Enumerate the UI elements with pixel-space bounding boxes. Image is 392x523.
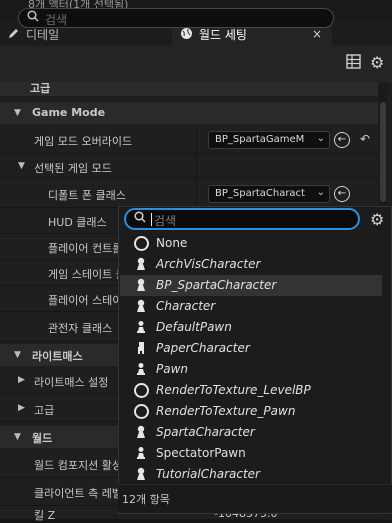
- combo-value: BP_SpartaCharact: [215, 188, 305, 199]
- search-icon: [27, 10, 39, 25]
- character-icon: [134, 299, 148, 313]
- pawn-icon: [134, 446, 148, 460]
- property-label: 플레이어 스테이: [48, 294, 123, 307]
- popup-footer: 12개 항목: [118, 484, 392, 512]
- column-divider[interactable]: [196, 126, 197, 153]
- property-label: 플레이어 컨트롤: [48, 242, 123, 255]
- character-icon: [134, 257, 148, 271]
- game-mode-override-row: 게임 모드 오버라이드 BP_SpartaGameM ⌄ ← ↶: [0, 126, 378, 154]
- pawn-icon: [134, 320, 148, 334]
- chevron-down-icon: ▼: [18, 161, 25, 171]
- property-label: 라이트매스 설정: [34, 376, 109, 389]
- class-list-item[interactable]: PaperCharacter: [120, 338, 382, 359]
- chevron-down-icon: ⌄: [316, 187, 325, 198]
- property-label: 선택된 게임 모드: [34, 162, 112, 175]
- search-row: [0, 46, 392, 82]
- chevron-down-icon: ▼: [14, 350, 21, 360]
- default-pawn-row: 디폴트 폰 클래스 BP_SpartaCharact ⌄ ←: [0, 180, 378, 208]
- selected-game-mode-row[interactable]: ▼ 선택된 게임 모드: [0, 156, 378, 178]
- category-game-mode[interactable]: ▼ Game Mode: [0, 102, 378, 124]
- class-list-item-label: DefaultPawn: [156, 320, 232, 334]
- property-label: 관전자 클래스: [48, 322, 113, 335]
- character-icon: [134, 467, 148, 481]
- class-list-item[interactable]: RenderToTexture_LevelBP: [120, 380, 382, 401]
- default-pawn-combo[interactable]: BP_SpartaCharact ⌄: [208, 185, 330, 203]
- circle-outline-icon: [134, 383, 149, 398]
- class-list-item[interactable]: TutorialCharacter: [120, 464, 382, 485]
- popup-search-input[interactable]: 검색: [124, 208, 360, 230]
- class-list-item-label: TutorialCharacter: [156, 467, 260, 481]
- search-input[interactable]: 검색: [18, 8, 334, 28]
- gear-icon[interactable]: ⚙: [370, 210, 384, 229]
- category-label: 고급: [30, 82, 51, 95]
- category-label: Game Mode: [32, 106, 106, 119]
- table-view-icon[interactable]: [346, 54, 361, 73]
- class-list-item[interactable]: None: [120, 233, 382, 254]
- class-list-item-label: Pawn: [156, 362, 189, 376]
- chevron-down-icon: ▼: [14, 432, 21, 442]
- category-label: 월드: [32, 432, 53, 445]
- class-list-item[interactable]: SpectatorPawn: [120, 443, 382, 464]
- class-list-item-label: SpectatorPawn: [156, 446, 246, 460]
- property-label: 게임 모드 오버라이드: [34, 135, 133, 148]
- popup-search-placeholder: 검색: [154, 214, 177, 228]
- gear-icon[interactable]: ⚙: [370, 53, 384, 72]
- tab-world-settings-label: 월드 세팅: [199, 28, 247, 42]
- category-label: 라이트매스: [32, 350, 83, 363]
- category-advanced-partial[interactable]: 고급: [0, 82, 378, 96]
- search-icon: [134, 211, 146, 226]
- scrollbar-thumb[interactable]: [380, 102, 386, 202]
- chevron-right-icon: ▶: [18, 403, 25, 413]
- class-list-item-label: RenderToTexture_Pawn: [156, 404, 296, 418]
- property-label: HUD 클래스: [48, 216, 107, 229]
- pencil-icon: [8, 27, 20, 42]
- property-label: 디폴트 폰 클래스: [48, 189, 126, 202]
- reset-to-default-icon[interactable]: ↶: [360, 132, 370, 146]
- character-icon: [134, 278, 148, 292]
- class-list-item[interactable]: RenderToTexture_Pawn: [120, 401, 382, 422]
- pawn-icon: [134, 362, 148, 376]
- class-list-item[interactable]: SpartaCharacter: [120, 422, 382, 443]
- use-selected-icon[interactable]: ←: [334, 132, 350, 148]
- class-list-item[interactable]: Pawn: [120, 359, 382, 380]
- class-list-item-label: SpartaCharacter: [156, 425, 255, 439]
- column-divider[interactable]: [196, 156, 197, 177]
- circle-outline-icon: [134, 404, 149, 419]
- text-cursor: [151, 213, 152, 226]
- paper-character-icon: [134, 341, 148, 355]
- property-label: 게임 스테이트 클: [48, 268, 126, 281]
- circle-outline-icon: [134, 236, 149, 251]
- property-label: 킬 Z: [34, 509, 56, 522]
- use-selected-icon[interactable]: ←: [334, 186, 350, 202]
- property-label: 클라이언트 측 레벨: [34, 487, 122, 500]
- class-list-item-label: PaperCharacter: [156, 341, 250, 355]
- class-list-item-label: RenderToTexture_LevelBP: [156, 383, 311, 397]
- globe-icon: [180, 27, 193, 43]
- close-icon[interactable]: ×: [312, 27, 322, 41]
- character-icon: [134, 425, 148, 439]
- class-list-item-label: BP_SpartaCharacter: [156, 278, 277, 292]
- chevron-right-icon: ▶: [18, 375, 25, 385]
- combo-value: BP_SpartaGameM: [215, 134, 305, 145]
- tab-details-label: 디테일: [26, 27, 60, 42]
- game-mode-override-combo[interactable]: BP_SpartaGameM ⌄: [208, 131, 330, 149]
- class-list-item-label: Character: [156, 299, 216, 313]
- property-label: 월드 컴포지션 활성: [34, 459, 122, 472]
- chevron-down-icon: ⌄: [316, 133, 325, 144]
- property-label: 고급: [34, 404, 55, 417]
- class-list-item-label: ArchVisCharacter: [156, 257, 261, 271]
- chevron-down-icon: ▼: [14, 108, 21, 118]
- class-list-item[interactable]: BP_SpartaCharacter: [120, 275, 382, 296]
- class-list-item[interactable]: ArchVisCharacter: [120, 254, 382, 275]
- class-list-item-label: None: [156, 236, 188, 250]
- item-count: 12개 항목: [122, 493, 170, 506]
- search-placeholder: 검색: [45, 13, 68, 27]
- class-list-item[interactable]: Character: [120, 296, 382, 317]
- class-list-item[interactable]: DefaultPawn: [120, 317, 382, 338]
- column-divider[interactable]: [196, 180, 197, 207]
